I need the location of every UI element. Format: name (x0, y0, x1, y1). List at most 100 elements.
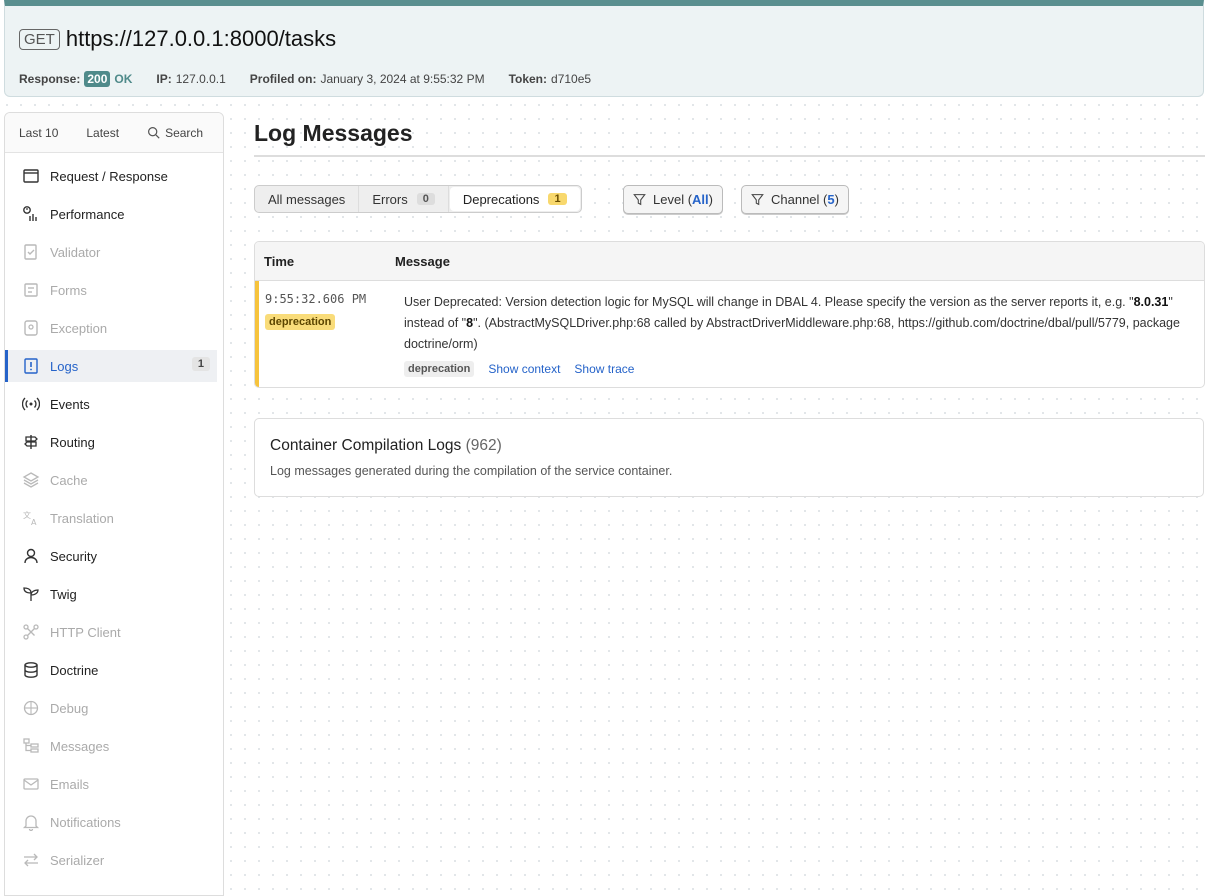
table-header: Time Message (255, 242, 1204, 281)
sidebar-item-label: Forms (50, 282, 87, 298)
sidebar-item-label: Events (50, 396, 90, 412)
deprecations-count-badge: 1 (548, 193, 567, 205)
exception-icon (21, 318, 41, 338)
time-column-header: Time (264, 253, 295, 269)
search-label: Search (165, 125, 204, 140)
page-title: Log Messages (254, 120, 413, 146)
sidebar-item-label: Validator (50, 244, 101, 260)
profiler-summary: GET https://127.0.0.1:8000/tasks Respons… (4, 0, 1204, 97)
container-compilation-logs[interactable]: Container Compilation Logs (962) Log mes… (254, 418, 1204, 497)
sidebar-item-routing[interactable]: Routing (5, 426, 217, 458)
sidebar-item-label: Messages (50, 738, 110, 754)
ip-value: 127.0.0.1 (175, 72, 226, 86)
request-url: https://127.0.0.1:8000/tasks (65, 26, 337, 51)
channel-filter-button[interactable]: Channel (5) (741, 185, 849, 214)
show-trace-link[interactable]: Show trace (574, 362, 634, 376)
sidebar-item-label: HTTP Client (50, 624, 121, 640)
show-context-link[interactable]: Show context (488, 362, 560, 376)
serializer-icon (21, 850, 41, 870)
ip-meta: IP: 127.0.0.1 (156, 72, 225, 86)
sidebar-item-label: Twig (50, 586, 77, 602)
sidebar-item-http-client[interactable]: HTTP Client (5, 616, 217, 648)
title-divider (254, 155, 1205, 157)
security-icon (21, 546, 41, 566)
tab-all-messages[interactable]: All messages (255, 186, 360, 212)
response-meta: Response: 200 OK (19, 71, 132, 87)
sidebar-item-events[interactable]: Events (5, 388, 217, 420)
sidebar-item-label: Routing (50, 434, 95, 450)
sidebar-item-exception[interactable]: Exception (5, 312, 217, 344)
sidebar-item-messages[interactable]: Messages (5, 730, 217, 762)
profiled-value: January 3, 2024 at 9:55:32 PM (320, 72, 485, 86)
sidebar-menu: Request / Response Performance Validator Fo… (5, 153, 223, 876)
sidebar-item-validator[interactable]: Validator (5, 236, 217, 268)
sidebar-item-serializer[interactable]: Serializer (5, 844, 217, 876)
token-label: Token: (508, 72, 548, 86)
svg-text:A: A (31, 518, 37, 527)
tab-errors[interactable]: Errors 0 (359, 186, 449, 212)
log-channel-badge: deprecation (404, 361, 475, 377)
sidebar-item-label: Logs (50, 358, 79, 374)
sidebar-item-notifications[interactable]: Notifications (5, 806, 217, 838)
status-text: OK (114, 72, 133, 86)
sidebar-item-security[interactable]: Security (5, 540, 217, 572)
status-code-badge: 200 (84, 71, 111, 87)
token-meta: Token: d710e5 (509, 72, 592, 86)
sidebar-item-performance[interactable]: Performance (5, 198, 217, 230)
errors-count-badge: 0 (416, 193, 435, 205)
tab-deprecations[interactable]: Deprecations 1 (449, 187, 580, 211)
request-icon (21, 166, 41, 186)
log-actions: deprecation Show context Show trace (404, 361, 648, 377)
filter-icon (751, 194, 764, 206)
sidebar-item-emails[interactable]: Emails (5, 768, 217, 800)
level-filter-button[interactable]: Level (All) (623, 185, 723, 214)
request-meta: Response: 200 OK IP: 127.0.0.1 Profiled … (19, 71, 615, 87)
log-table: Time Message 9:55:32.606 PM deprecation … (254, 241, 1205, 388)
level-filter-label: Level (653, 192, 685, 207)
sidebar-item-request-response[interactable]: Request / Response (5, 160, 217, 192)
container-logs-title-text: Container Compilation Logs (270, 437, 462, 454)
log-message-highlight: 8.0.31 (1133, 295, 1169, 309)
tab-errors-label: Errors (372, 191, 408, 207)
sidebar-item-logs[interactable]: Logs 1 (5, 350, 217, 382)
log-level-badge: deprecation (265, 314, 336, 330)
sidebar: Last 10 Latest Search Request / Response… (4, 112, 224, 896)
tab-latest[interactable]: Latest (72, 126, 133, 140)
notifications-icon (21, 812, 41, 832)
http-method-badge: GET (19, 28, 60, 50)
search-icon (148, 127, 160, 139)
debug-icon (21, 698, 41, 718)
sidebar-item-label: Request / Response (50, 168, 168, 184)
log-time: 9:55:32.606 PM (265, 292, 367, 306)
translation-icon: 文A (21, 508, 41, 528)
sidebar-item-translation[interactable]: 文 A Translation (5, 502, 217, 534)
twig-icon (21, 584, 41, 604)
filter-icon (633, 194, 646, 206)
doctrine-icon (21, 660, 41, 680)
http-client-icon (21, 622, 41, 642)
ip-label: IP: (156, 72, 172, 86)
logs-icon (21, 356, 41, 376)
container-logs-description: Log messages generated during the compil… (270, 464, 673, 478)
request-title: GET https://127.0.0.1:8000/tasks (19, 26, 336, 52)
sidebar-item-cache[interactable]: Cache (5, 464, 217, 496)
sidebar-item-label: Security (50, 548, 97, 564)
response-label: Response: (19, 72, 81, 86)
sidebar-item-forms[interactable]: Forms (5, 274, 217, 306)
tab-last-10[interactable]: Last 10 (5, 126, 72, 140)
sidebar-item-label: Emails (50, 776, 90, 792)
tab-all-messages-label: All messages (268, 191, 346, 207)
sidebar-item-label: Exception (50, 320, 108, 336)
profiled-meta: Profiled on: January 3, 2024 at 9:55:32 … (250, 72, 485, 86)
sidebar-item-count-badge: 1 (191, 357, 210, 371)
sidebar-item-debug[interactable]: Debug (5, 692, 217, 724)
sidebar-item-twig[interactable]: Twig (5, 578, 217, 610)
events-icon (21, 394, 41, 414)
message-column-header: Message (395, 253, 450, 269)
tab-search[interactable]: Search (133, 126, 217, 140)
token-value[interactable]: d710e5 (551, 72, 591, 86)
sidebar-item-label: Performance (50, 206, 125, 222)
svg-text:文: 文 (23, 510, 31, 520)
sidebar-item-doctrine[interactable]: Doctrine (5, 654, 217, 686)
level-filter-value: All (692, 192, 709, 207)
